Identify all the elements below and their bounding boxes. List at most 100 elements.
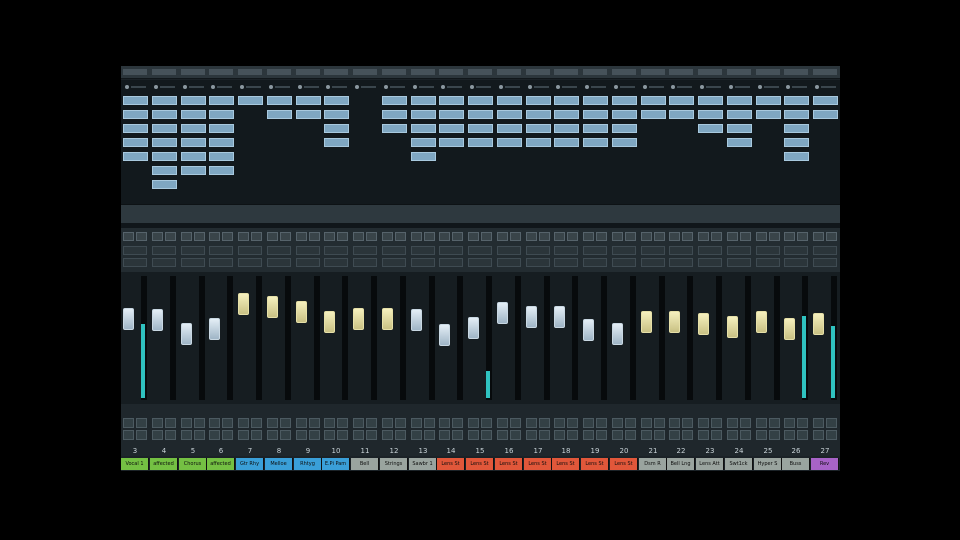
write-button[interactable]	[596, 430, 607, 440]
control-row[interactable]	[152, 258, 176, 267]
insert-slot[interactable]	[468, 138, 493, 147]
power-led-icon[interactable]	[384, 85, 388, 89]
insert-slot[interactable]	[181, 166, 206, 175]
volume-fader[interactable]	[267, 296, 278, 318]
channel-header-tab[interactable]	[641, 69, 665, 75]
edit-button[interactable]	[756, 232, 767, 241]
volume-fader[interactable]	[382, 308, 393, 330]
insert-slot[interactable]	[497, 96, 522, 105]
volume-fader[interactable]	[554, 306, 565, 328]
control-row[interactable]	[209, 246, 233, 255]
insert-slot[interactable]	[152, 180, 177, 189]
power-led-icon[interactable]	[758, 85, 762, 89]
write-button[interactable]	[682, 430, 693, 440]
input-selector[interactable]	[591, 86, 606, 88]
insert-slot[interactable]	[526, 110, 551, 119]
control-row[interactable]	[411, 246, 435, 255]
channel-header-tab[interactable]	[727, 69, 751, 75]
write-button[interactable]	[251, 430, 262, 440]
insert-slot[interactable]	[727, 110, 752, 119]
input-selector[interactable]	[390, 86, 405, 88]
input-selector[interactable]	[764, 86, 779, 88]
edit-button[interactable]	[411, 232, 422, 241]
insert-slot[interactable]	[152, 152, 177, 161]
volume-fader[interactable]	[209, 318, 220, 340]
insert-slot[interactable]	[209, 110, 234, 119]
monitor-button[interactable]	[711, 232, 722, 241]
control-row[interactable]	[669, 258, 693, 267]
mute-button[interactable]	[324, 418, 335, 428]
solo-button[interactable]	[711, 418, 722, 428]
write-button[interactable]	[481, 430, 492, 440]
insert-slot[interactable]	[439, 124, 464, 133]
read-button[interactable]	[238, 430, 249, 440]
insert-slot[interactable]	[669, 96, 694, 105]
control-row[interactable]	[727, 246, 751, 255]
monitor-button[interactable]	[797, 232, 808, 241]
channel-name-label[interactable]: affected	[150, 458, 178, 470]
input-selector[interactable]	[677, 86, 692, 88]
read-button[interactable]	[727, 430, 738, 440]
edit-button[interactable]	[382, 232, 393, 241]
mute-button[interactable]	[526, 418, 537, 428]
insert-slot[interactable]	[727, 138, 752, 147]
read-button[interactable]	[669, 430, 680, 440]
edit-button[interactable]	[669, 232, 680, 241]
monitor-button[interactable]	[136, 232, 147, 241]
insert-slot[interactable]	[382, 96, 407, 105]
mute-button[interactable]	[181, 418, 192, 428]
write-button[interactable]	[337, 430, 348, 440]
insert-slot[interactable]	[784, 138, 809, 147]
power-led-icon[interactable]	[441, 85, 445, 89]
edit-button[interactable]	[267, 232, 278, 241]
channel-name-label[interactable]: Vocal 1	[121, 458, 149, 470]
solo-button[interactable]	[452, 418, 463, 428]
edit-button[interactable]	[468, 232, 479, 241]
solo-button[interactable]	[682, 418, 693, 428]
edit-button[interactable]	[152, 232, 163, 241]
solo-button[interactable]	[567, 418, 578, 428]
volume-fader[interactable]	[526, 306, 537, 328]
insert-slot[interactable]	[209, 96, 234, 105]
volume-fader[interactable]	[813, 313, 824, 335]
solo-button[interactable]	[596, 418, 607, 428]
control-row[interactable]	[813, 246, 837, 255]
channel-name-label[interactable]: Dsm R	[639, 458, 667, 470]
channel-name-label[interactable]: Bell	[351, 458, 379, 470]
monitor-button[interactable]	[337, 232, 348, 241]
write-button[interactable]	[567, 430, 578, 440]
monitor-button[interactable]	[165, 232, 176, 241]
channel-name-label[interactable]: Lens St	[437, 458, 465, 470]
read-button[interactable]	[411, 430, 422, 440]
mute-button[interactable]	[468, 418, 479, 428]
write-button[interactable]	[165, 430, 176, 440]
channel-header-tab[interactable]	[612, 69, 636, 75]
channel-header-tab[interactable]	[554, 69, 578, 75]
write-button[interactable]	[194, 430, 205, 440]
power-led-icon[interactable]	[298, 85, 302, 89]
volume-fader[interactable]	[123, 308, 134, 330]
input-selector[interactable]	[332, 86, 347, 88]
input-selector[interactable]	[821, 86, 836, 88]
insert-slot[interactable]	[554, 96, 579, 105]
insert-slot[interactable]	[324, 124, 349, 133]
insert-slot[interactable]	[612, 124, 637, 133]
read-button[interactable]	[439, 430, 450, 440]
monitor-button[interactable]	[654, 232, 665, 241]
monitor-button[interactable]	[194, 232, 205, 241]
volume-fader[interactable]	[439, 324, 450, 346]
control-row[interactable]	[267, 258, 291, 267]
insert-slot[interactable]	[152, 124, 177, 133]
read-button[interactable]	[583, 430, 594, 440]
channel-header-tab[interactable]	[468, 69, 492, 75]
edit-button[interactable]	[641, 232, 652, 241]
channel-name-label[interactable]: Melloe	[265, 458, 293, 470]
monitor-button[interactable]	[769, 232, 780, 241]
channel-header-tab[interactable]	[813, 69, 837, 75]
insert-slot[interactable]	[439, 138, 464, 147]
read-button[interactable]	[181, 430, 192, 440]
write-button[interactable]	[136, 430, 147, 440]
insert-slot[interactable]	[123, 110, 148, 119]
channel-name-label[interactable]: Sawbr 1	[409, 458, 437, 470]
channel-name-label[interactable]: Buss	[782, 458, 810, 470]
